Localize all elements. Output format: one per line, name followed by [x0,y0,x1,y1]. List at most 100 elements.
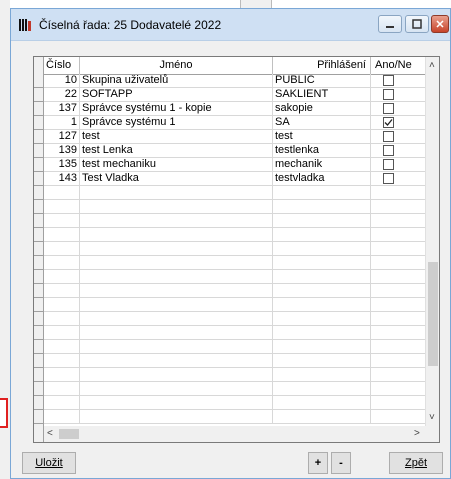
cell-prihlaseni[interactable]: PUBLIC [273,74,371,88]
cell-ano-ne[interactable] [371,88,426,102]
cell-ano-ne[interactable] [371,200,426,214]
row-selector[interactable] [34,200,44,214]
close-button[interactable]: ✕ [431,15,449,33]
row-selector[interactable] [34,158,44,172]
scroll-right-icon[interactable]: > [414,429,420,439]
table-row[interactable]: 135 test mechaniku mechanik [34,158,426,172]
cell-ano-ne[interactable] [371,270,426,284]
cell-ano-ne[interactable] [371,396,426,410]
cell-ano-ne[interactable] [371,256,426,270]
cell-cislo[interactable] [44,382,80,396]
row-selector[interactable] [34,410,44,424]
cell-jmeno[interactable] [80,368,273,382]
cell-cislo[interactable] [44,186,80,200]
maximize-button[interactable] [405,15,429,33]
checkbox[interactable] [383,173,394,184]
row-selector[interactable] [34,368,44,382]
row-selector[interactable] [34,312,44,326]
table-row[interactable]: 22 SOFTAPP SAKLIENT [34,88,426,102]
cell-prihlaseni[interactable] [273,298,371,312]
cell-cislo[interactable]: 137 [44,102,80,116]
cell-ano-ne[interactable] [371,382,426,396]
cell-cislo[interactable]: 22 [44,88,80,102]
cell-prihlaseni[interactable] [273,200,371,214]
cell-ano-ne[interactable] [371,354,426,368]
table-row[interactable]: 10 Skupina uživatelů PUBLIC [34,74,426,88]
table-row[interactable]: 127 test test [34,130,426,144]
row-selector[interactable] [34,256,44,270]
empty-row[interactable] [34,186,426,200]
add-row-button[interactable]: + [308,452,328,474]
empty-row[interactable] [34,256,426,270]
row-selector[interactable] [34,102,44,116]
cell-ano-ne[interactable] [371,242,426,256]
scroll-left-icon[interactable]: < [47,429,53,439]
cell-cislo[interactable] [44,214,80,228]
cell-cislo[interactable]: 143 [44,172,80,186]
cell-prihlaseni[interactable]: SAKLIENT [273,88,371,102]
cell-ano-ne[interactable] [371,158,426,172]
cell-ano-ne[interactable] [371,116,426,130]
minimize-button[interactable] [378,15,402,33]
cell-ano-ne[interactable] [371,214,426,228]
cell-jmeno[interactable]: test Lenka [80,144,273,158]
row-selector[interactable] [34,88,44,102]
remove-row-button[interactable]: - [331,452,351,474]
cell-prihlaseni[interactable] [273,256,371,270]
cell-prihlaseni[interactable] [273,242,371,256]
empty-row[interactable] [34,284,426,298]
cell-cislo[interactable] [44,396,80,410]
cell-ano-ne[interactable] [371,410,426,424]
cell-jmeno[interactable] [80,228,273,242]
vertical-scrollbar[interactable]: ˄ ˅ [425,57,439,428]
checkbox[interactable] [383,89,394,100]
cell-prihlaseni[interactable] [273,354,371,368]
row-selector[interactable] [34,74,44,88]
checkbox[interactable] [383,103,394,114]
title-bar[interactable]: Číselná řada: 25 Dodavatelé 2022 ✕ [11,9,450,41]
row-selector[interactable] [34,354,44,368]
cell-prihlaseni[interactable] [273,326,371,340]
cell-jmeno[interactable] [80,410,273,424]
cell-prihlaseni[interactable] [273,284,371,298]
cell-ano-ne[interactable] [371,130,426,144]
cell-cislo[interactable] [44,284,80,298]
cell-jmeno[interactable]: Správce systému 1 [80,116,273,130]
row-selector[interactable] [34,242,44,256]
table-row[interactable]: 139 test Lenka testlenka [34,144,426,158]
empty-row[interactable] [34,298,426,312]
checked-checkbox[interactable] [383,117,394,128]
cell-cislo[interactable] [44,270,80,284]
row-selector[interactable] [34,270,44,284]
row-selector[interactable] [34,172,44,186]
cell-cislo[interactable] [44,200,80,214]
cell-prihlaseni[interactable]: mechanik [273,158,371,172]
save-button[interactable]: Uložit [22,452,76,474]
cell-jmeno[interactable]: Správce systému 1 - kopie [80,102,273,116]
checkbox[interactable] [383,145,394,156]
cell-jmeno[interactable] [80,312,273,326]
empty-row[interactable] [34,326,426,340]
row-selector[interactable] [34,144,44,158]
cell-prihlaseni[interactable]: sakopie [273,102,371,116]
empty-row[interactable] [34,312,426,326]
cell-cislo[interactable] [44,298,80,312]
row-selector[interactable] [34,298,44,312]
cell-cislo[interactable]: 139 [44,144,80,158]
cell-jmeno[interactable] [80,298,273,312]
row-selector[interactable] [34,130,44,144]
cell-cislo[interactable] [44,228,80,242]
cell-jmeno[interactable] [80,354,273,368]
back-button[interactable]: Zpět [389,452,443,474]
empty-row[interactable] [34,340,426,354]
cell-prihlaseni[interactable]: SA [273,116,371,130]
cell-cislo[interactable] [44,256,80,270]
cell-prihlaseni[interactable] [273,410,371,424]
cell-jmeno[interactable] [80,382,273,396]
cell-ano-ne[interactable] [371,312,426,326]
empty-row[interactable] [34,368,426,382]
column-header-prihlaseni[interactable]: Přihlášení [273,57,371,74]
row-selector[interactable] [34,214,44,228]
cell-jmeno[interactable]: test mechaniku [80,158,273,172]
checkbox[interactable] [383,131,394,142]
